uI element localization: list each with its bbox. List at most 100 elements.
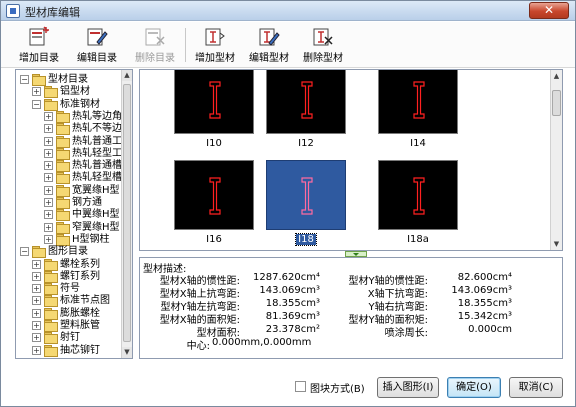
add-folder-button[interactable]: 增加目录 bbox=[13, 24, 65, 66]
edit-folder-button[interactable]: 编辑目录 bbox=[71, 24, 123, 66]
folder-icon bbox=[56, 147, 70, 160]
ok-button[interactable]: 确定(O) bbox=[447, 377, 501, 398]
tree-item[interactable]: + 铝型材 bbox=[16, 85, 122, 99]
section-tile[interactable] bbox=[174, 160, 254, 230]
scroll-up-icon[interactable]: ▲ bbox=[122, 70, 132, 81]
tree-item[interactable]: + 热轧轻型工 bbox=[16, 147, 122, 160]
section-tile[interactable] bbox=[174, 70, 254, 134]
expand-icon[interactable]: + bbox=[44, 234, 53, 244]
tree-item[interactable]: − 图形目录 bbox=[16, 245, 122, 259]
collapse-icon[interactable]: − bbox=[32, 99, 41, 109]
section-tile-label: I10 bbox=[174, 138, 254, 149]
insert-graphic-button[interactable]: 插入图形(I) bbox=[377, 377, 439, 398]
expand-icon[interactable]: + bbox=[32, 296, 41, 306]
property-value: 18.355cm³ bbox=[457, 298, 512, 309]
tree-item[interactable]: + 宽翼缘H型 bbox=[16, 184, 122, 197]
folder-icon bbox=[44, 344, 58, 357]
tree-item-label: 热轧普通工 bbox=[72, 135, 122, 147]
delete-section-button[interactable]: 删除型材 bbox=[297, 24, 349, 66]
expand-icon[interactable]: + bbox=[44, 161, 53, 171]
expand-icon[interactable]: + bbox=[32, 284, 41, 294]
center-label: 中心: bbox=[186, 341, 210, 352]
i-beam-icon bbox=[209, 81, 221, 119]
tree-item[interactable]: + 热轧普通工 bbox=[16, 135, 122, 148]
add-folder-label: 增加目录 bbox=[19, 53, 59, 64]
tree-item[interactable]: + 钢方通 bbox=[16, 196, 122, 209]
tree-item-label: 标准钢材 bbox=[60, 98, 100, 110]
gallery-scroll-thumb[interactable] bbox=[552, 90, 561, 116]
tree-item[interactable]: + 符号 bbox=[16, 282, 122, 296]
tree-item[interactable]: + 螺栓系列 bbox=[16, 258, 122, 271]
tree-item[interactable]: + 热轧不等边 bbox=[16, 122, 122, 136]
tree-item-label: 膨胀螺栓 bbox=[60, 307, 100, 319]
tree-item[interactable]: + 热轧普通槽 bbox=[16, 159, 122, 173]
expand-icon[interactable]: + bbox=[44, 173, 53, 183]
i-beam-icon bbox=[301, 81, 313, 119]
cancel-button[interactable]: 取消(C) bbox=[509, 377, 563, 398]
tree-item-label: 窄翼缘H型 bbox=[72, 221, 120, 233]
collapse-icon[interactable]: − bbox=[20, 75, 29, 84]
tree-item[interactable]: + 螺钉系列 bbox=[16, 270, 122, 283]
property-value: 82.600cm⁴ bbox=[457, 272, 512, 283]
folder-icon bbox=[56, 172, 70, 185]
section-tile[interactable] bbox=[378, 160, 458, 230]
close-button[interactable]: ✕ bbox=[529, 2, 569, 19]
tree-scrollbar[interactable]: ▲ ▼ bbox=[121, 70, 132, 358]
section-tile[interactable] bbox=[266, 70, 346, 134]
tree-item[interactable]: + 抽芯铆钉 bbox=[16, 344, 122, 357]
tree-item-label: 热轧轻型槽 bbox=[72, 172, 122, 184]
tree-scroll-thumb[interactable] bbox=[123, 84, 131, 342]
folder-icon bbox=[56, 160, 70, 173]
i-beam-icon bbox=[413, 177, 425, 215]
expand-icon[interactable]: + bbox=[44, 222, 53, 232]
scroll-down-icon[interactable]: ▼ bbox=[122, 347, 132, 358]
gallery-scrollbar[interactable]: ▲ ▼ bbox=[550, 70, 562, 250]
tree-item[interactable]: + 窄翼缘H型 bbox=[16, 221, 122, 234]
edit-section-button[interactable]: 编辑型材 bbox=[243, 24, 295, 66]
add-folder-icon bbox=[29, 26, 49, 46]
tree-item[interactable]: + 中翼缘H型 bbox=[16, 208, 122, 222]
tree-item[interactable]: + 标准节点图 bbox=[16, 294, 122, 308]
tree-item[interactable]: − 标准钢材 bbox=[16, 98, 122, 111]
expand-icon[interactable]: + bbox=[32, 87, 41, 97]
expand-icon[interactable]: + bbox=[44, 185, 53, 195]
tree-item[interactable]: − 型材目录 bbox=[16, 73, 122, 86]
expand-icon[interactable]: + bbox=[32, 271, 41, 281]
category-tree[interactable]: − 型材目录 + 铝型材 − 标准钢材 + 热轧等边角 + 热轧不等边 + 热轧普通工 + 热轧轻型工 + 热… bbox=[15, 69, 133, 359]
block-mode-checkbox[interactable] bbox=[295, 381, 306, 392]
delete-folder-button[interactable]: 删除目录 bbox=[129, 24, 181, 66]
dialog-footer: 图块方式(B) 插入图形(I) 确定(O) 取消(C) bbox=[1, 363, 575, 407]
tree-content: − 型材目录 + 铝型材 − 标准钢材 + 热轧等边角 + 热轧不等边 + 热轧普通工 + 热轧轻型工 + 热… bbox=[16, 70, 122, 358]
expand-icon[interactable]: + bbox=[32, 333, 41, 343]
tree-item-label: 热轧普通槽 bbox=[72, 160, 122, 172]
tree-item[interactable]: + 膨胀螺栓 bbox=[16, 307, 122, 320]
section-tile[interactable] bbox=[266, 160, 346, 230]
expand-icon[interactable]: + bbox=[44, 210, 53, 220]
expand-icon[interactable]: + bbox=[44, 124, 53, 134]
expand-icon[interactable]: + bbox=[32, 308, 41, 318]
tree-item[interactable]: + H型钢柱 bbox=[16, 233, 122, 246]
section-tile-label: I18 bbox=[266, 233, 346, 246]
section-tile[interactable] bbox=[378, 70, 458, 134]
folder-icon bbox=[56, 184, 70, 197]
folder-icon bbox=[56, 197, 70, 209]
scroll-down-icon[interactable]: ▼ bbox=[551, 238, 562, 250]
collapse-icon[interactable]: − bbox=[20, 247, 29, 257]
tree-item[interactable]: + 塑料胀管 bbox=[16, 319, 122, 332]
expand-icon[interactable]: + bbox=[32, 345, 41, 355]
property-value: 143.069cm³ bbox=[259, 285, 320, 296]
tree-item-label: 型材目录 bbox=[48, 74, 88, 85]
expand-icon[interactable]: + bbox=[44, 111, 53, 121]
section-library-dialog: 型材库编辑 ✕ 增加目录 编辑目录 删除目录 增加型材 编辑型材 删除型材 − … bbox=[0, 0, 576, 407]
tree-item[interactable]: + 热轧轻型槽 bbox=[16, 171, 122, 185]
expand-icon[interactable]: + bbox=[44, 198, 53, 207]
add-section-button[interactable]: 增加型材 bbox=[189, 24, 241, 66]
tree-item-label: 热轧等边角 bbox=[72, 110, 122, 122]
tree-item[interactable]: + 热轧等边角 bbox=[16, 110, 122, 123]
expand-icon[interactable]: + bbox=[32, 321, 41, 330]
expand-icon[interactable]: + bbox=[32, 259, 41, 269]
expand-icon[interactable]: + bbox=[44, 148, 53, 158]
tree-item[interactable]: + 射钉 bbox=[16, 331, 122, 345]
expand-icon[interactable]: + bbox=[44, 136, 53, 146]
scroll-up-icon[interactable]: ▲ bbox=[551, 70, 562, 82]
